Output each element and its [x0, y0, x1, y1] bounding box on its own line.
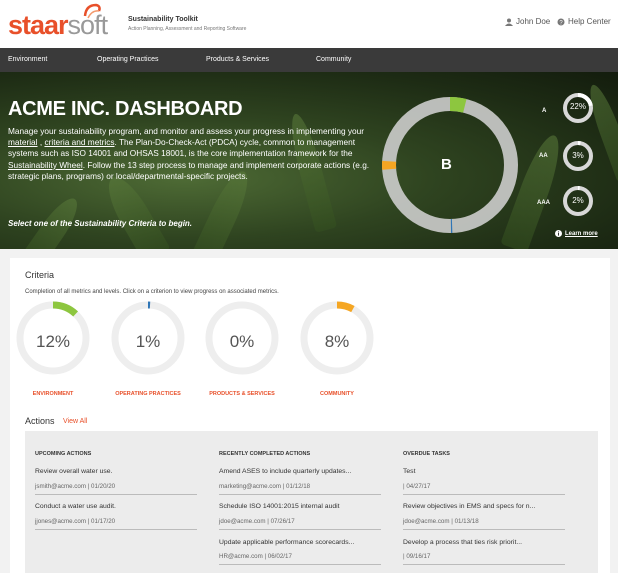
criterion-environment-value: 12% [35, 332, 71, 351]
list-item-meta: jsmith@acme.com | 01/20/20 [35, 483, 116, 490]
list-item-title[interactable]: Conduct a water use audit. [35, 503, 116, 510]
criterion-products-services-value: 0% [229, 332, 255, 351]
view-all-link[interactable]: View All [63, 418, 87, 425]
criterion-products-services-label[interactable]: PRODUCTS & SERVICES [197, 391, 287, 397]
criteria-title: Criteria [25, 270, 55, 280]
toolkit-name: Sustainability Toolkit [128, 16, 198, 23]
material-link[interactable]: material [8, 137, 38, 147]
nav-environment[interactable]: Environment [8, 56, 47, 63]
criteria-subtitle: Completion of all metrics and levels. Cl… [25, 289, 279, 295]
user-menu[interactable]: John Doe [505, 17, 550, 26]
select-criteria-prompt: Select one of the Sustainability Criteri… [8, 219, 193, 228]
criteria-metrics-link[interactable]: criteria and metrics [44, 137, 114, 147]
criterion-environment-label[interactable]: ENVIRONMENT [8, 391, 98, 397]
dashboard-hero: ACME INC. DASHBOARD Manage your sustaina… [0, 72, 618, 249]
main-nav: Environment Operating Practices Products… [0, 48, 618, 72]
list-item-meta: marketing@acme.com | 01/12/18 [219, 483, 311, 490]
list-item-meta: | 04/27/17 [403, 483, 431, 490]
criterion-operating-practices-value: 1% [135, 332, 161, 351]
actions-box [25, 431, 598, 573]
logo-swirl-icon [83, 3, 101, 19]
list-item-title[interactable]: Review objectives in EMS and specs for n… [403, 503, 535, 510]
nav-products-services[interactable]: Products & Services [206, 56, 269, 63]
upcoming-actions-header: UPCOMING ACTIONS [35, 451, 92, 457]
list-item-meta: | 09/16/17 [403, 553, 431, 560]
sustainability-wheel-link[interactable]: Sustainability Wheel [8, 160, 83, 170]
list-item-title[interactable]: Schedule ISO 14001:2015 internal audit [219, 503, 340, 510]
overdue-tasks-header: OVERDUE TASKS [403, 451, 450, 457]
level-aa-value: 3% [572, 151, 584, 160]
list-item-title[interactable]: Test [403, 468, 415, 475]
top-header: staarsoft Sustainability Toolkit Action … [0, 0, 618, 48]
help-icon: ? [557, 18, 565, 26]
list-item-meta: jjones@acme.com | 01/17/20 [35, 518, 116, 525]
toolkit-tagline: Action Planning, Assessment and Reportin… [128, 26, 247, 32]
list-item-meta: jdoe@acme.com | 01/13/18 [403, 518, 479, 525]
help-center-link[interactable]: ? Help Center [557, 17, 611, 26]
level-a-value: 22% [569, 102, 586, 111]
criterion-community-value: 8% [324, 332, 350, 351]
level-aaa-value: 2% [572, 196, 584, 205]
dashboard-title: ACME INC. DASHBOARD [8, 98, 243, 120]
help-label: Help Center [568, 17, 611, 26]
actions-title: Actions [25, 416, 55, 426]
info-icon [555, 230, 562, 237]
recently-completed-header: RECENTLY COMPLETED ACTIONS [219, 451, 311, 457]
list-item-title[interactable]: Update applicable performance scorecards… [219, 539, 354, 546]
level-aa-label: AA [539, 153, 548, 159]
nav-community[interactable]: Community [316, 56, 351, 63]
list-item-title[interactable]: Review overall water use. [35, 468, 112, 475]
user-name: John Doe [516, 17, 551, 26]
grade-letter: B [441, 156, 452, 173]
learn-more-link[interactable]: Learn more [555, 230, 598, 237]
user-icon [505, 18, 513, 26]
criterion-operating-practices-label[interactable]: OPERATING PRACTICES [103, 391, 193, 397]
criterion-community-label[interactable]: COMMUNITY [292, 391, 382, 397]
nav-operating-practices[interactable]: Operating Practices [97, 56, 158, 63]
list-item-title[interactable]: Develop a process that ties risk priorit… [403, 539, 522, 546]
level-aaa-label: AAA [537, 200, 550, 206]
list-item-meta: HR@acme.com | 06/02/17 [219, 553, 292, 560]
list-item-title[interactable]: Amend ASES to include quarterly updates.… [219, 468, 351, 475]
list-item-meta: jdoe@acme.com | 07/26/17 [219, 518, 295, 525]
level-a-label: A [542, 108, 547, 114]
dashboard-description: Manage your sustainability program, and … [8, 126, 370, 181]
